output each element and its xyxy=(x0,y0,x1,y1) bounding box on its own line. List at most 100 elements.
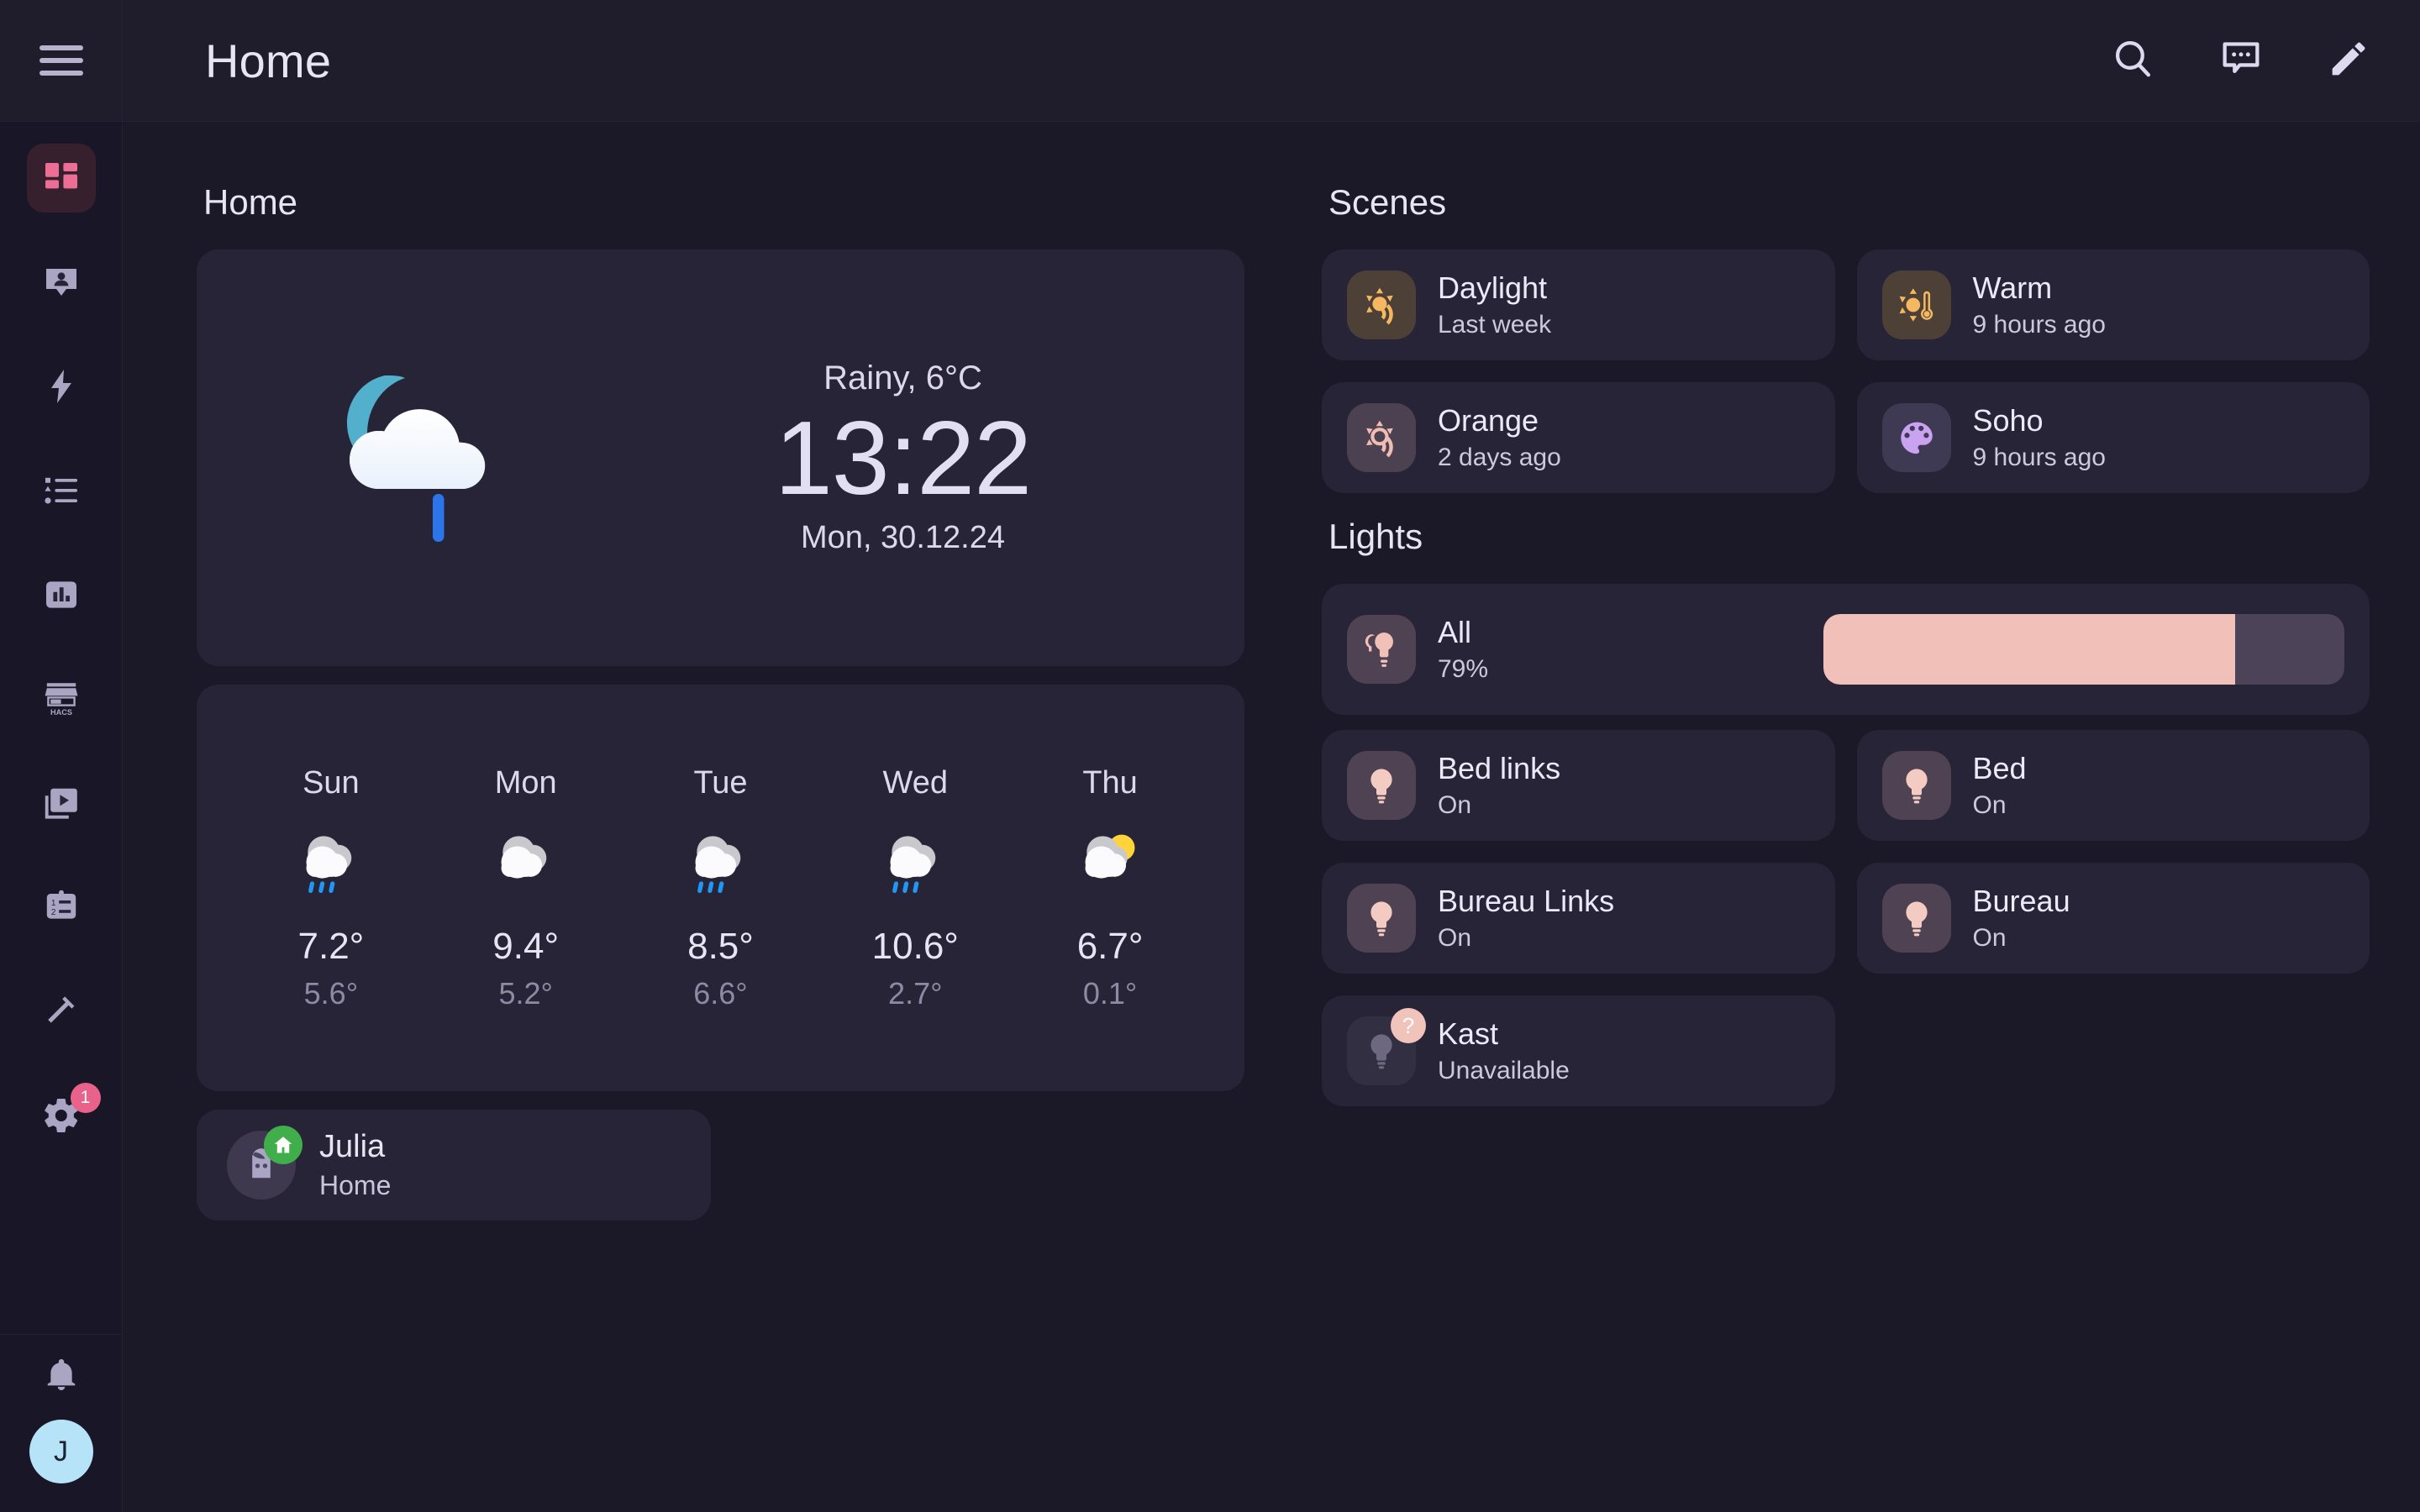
person-card[interactable]: Julia Home xyxy=(197,1110,711,1221)
bell-icon[interactable] xyxy=(42,1355,81,1398)
rainy-icon xyxy=(676,822,764,912)
light-tile-kast[interactable]: ? Kast Unavailable xyxy=(1322,995,1835,1106)
forecast-high: 6.7° xyxy=(1076,925,1144,967)
lightning-bolt-icon xyxy=(41,366,82,407)
section-title-scenes: Scenes xyxy=(1328,182,1447,222)
hacs-storefront-icon: HACS xyxy=(41,679,82,719)
sidebar-item-media[interactable] xyxy=(27,769,96,837)
page-title: Home xyxy=(205,34,332,87)
forecast-low: 5.6° xyxy=(303,975,359,1011)
chat-bubble-icon xyxy=(2218,36,2264,86)
sidebar-item-hacs[interactable]: HACS xyxy=(27,664,96,733)
forecast-day: Tue 8.5° 6.6° xyxy=(636,765,804,1011)
avatar[interactable]: J xyxy=(29,1420,93,1483)
weather-readout: Rainy, 6°C 13:22 Mon, 30.12.24 xyxy=(625,360,1211,557)
forecast-day-name: Thu xyxy=(1082,764,1138,801)
pencil-icon xyxy=(2326,36,2371,86)
light-name: Bureau Links xyxy=(1438,884,1615,919)
scene-name: Soho xyxy=(1972,403,2044,438)
sun-wireless-icon xyxy=(1347,403,1416,472)
person-state: Home xyxy=(319,1170,392,1200)
chart-bar-icon xyxy=(41,575,82,615)
scene-tile-orange[interactable]: Orange 2 days ago xyxy=(1322,382,1835,493)
account-badge-icon xyxy=(41,262,82,302)
lightbulb-group-icon xyxy=(1347,615,1416,684)
light-name: Bed xyxy=(1972,751,2027,786)
rainy-icon xyxy=(871,822,959,912)
person-name: Julia xyxy=(319,1129,386,1164)
forecast-card[interactable]: Sun 7.2° 5.6° Mon 9.4° 5.2° Tue 8.5° 6.6… xyxy=(197,685,1244,1091)
right-column: Scenes Daylight Last week Warm 9 hours a… xyxy=(1322,159,2370,1221)
lightbulb-icon xyxy=(1881,884,1951,953)
forecast-day-name: Wed xyxy=(882,764,948,801)
lightbulb-icon xyxy=(1347,884,1416,953)
forecast-low: 0.1° xyxy=(1082,975,1138,1011)
content-area: Home Home Rainy, 6°C 13:22 Mon, 30.12.24… xyxy=(123,0,2420,1512)
weather-clock: 13:22 xyxy=(774,400,1032,517)
top-app-bar: Home xyxy=(123,0,2420,122)
scene-tile-warm[interactable]: Warm 9 hours ago xyxy=(1856,249,2370,360)
scene-texts: Orange 2 days ago xyxy=(1438,403,1561,471)
light-name: Kast xyxy=(1438,1016,1499,1052)
settings-badge: 1 xyxy=(70,1083,101,1113)
sidebar-item-settings[interactable]: 1 xyxy=(27,1081,101,1150)
weather-date: Mon, 30.12.24 xyxy=(801,520,1005,556)
brightness-slider[interactable] xyxy=(1823,614,2344,685)
clipboard-list-icon: 1 2 xyxy=(41,887,82,927)
sidebar-item-overview[interactable] xyxy=(26,144,96,213)
scene-name: Orange xyxy=(1438,403,1539,438)
app-root: HACS 1 2 1 J Home Home Rainy, 6°C 13:22 … xyxy=(0,0,2420,1512)
light-name: Bureau xyxy=(1972,884,2070,919)
sun-thermometer-icon xyxy=(1881,270,1951,339)
search-icon xyxy=(2111,36,2156,86)
assist-button[interactable] xyxy=(2215,34,2267,87)
scene-name: Warm xyxy=(1972,270,2053,306)
left-column: Home Rainy, 6°C 13:22 Mon, 30.12.24 Sun … xyxy=(197,159,1244,1221)
weather-card[interactable]: Rainy, 6°C 13:22 Mon, 30.12.24 xyxy=(197,249,1244,666)
lightbulb-icon xyxy=(1881,751,1951,820)
sidebar-item-map[interactable] xyxy=(27,248,96,317)
sidebar: HACS 1 2 1 J xyxy=(0,0,123,1512)
svg-text:1: 1 xyxy=(50,899,55,908)
media-play-icon xyxy=(41,783,82,823)
palette-icon xyxy=(1881,403,1951,472)
lightbulb-icon xyxy=(1347,751,1416,820)
forecast-high: 7.2° xyxy=(297,925,365,967)
light-name: Bed links xyxy=(1438,751,1561,786)
light-texts: Bureau On xyxy=(1973,884,2070,952)
hamburger-menu-icon[interactable] xyxy=(39,45,83,76)
sidebar-item-developer-tools[interactable] xyxy=(27,977,96,1046)
light-tile-bureau[interactable]: Bureau On xyxy=(1856,863,2370,974)
light-state: 79% xyxy=(1438,654,1489,683)
section-title-home: Home xyxy=(203,182,298,222)
person-texts: Julia Home xyxy=(319,1129,391,1201)
light-state: On xyxy=(1438,790,1472,819)
scene-tile-daylight[interactable]: Daylight Last week xyxy=(1322,249,1835,360)
light-tile-bureau-links[interactable]: Bureau Links On xyxy=(1322,863,1835,974)
edit-dashboard-button[interactable] xyxy=(2323,34,2375,87)
sidebar-nav: HACS 1 2 1 xyxy=(0,122,122,1334)
scenes-grid: Daylight Last week Warm 9 hours ago Oran… xyxy=(1322,249,2370,493)
section-title-lights: Lights xyxy=(1328,517,1423,556)
scene-tile-soho[interactable]: Soho 9 hours ago xyxy=(1856,382,2370,493)
forecast-high: 10.6° xyxy=(871,925,959,967)
rainy-icon xyxy=(287,822,375,912)
dashboard-main: Home Rainy, 6°C 13:22 Mon, 30.12.24 Sun … xyxy=(123,122,2420,1512)
light-tile-bed-links[interactable]: Bed links On xyxy=(1322,730,1835,841)
sidebar-item-energy[interactable] xyxy=(27,352,96,421)
sidebar-item-history[interactable] xyxy=(27,560,96,629)
search-button[interactable] xyxy=(2107,34,2160,87)
sidebar-item-logbook[interactable] xyxy=(27,456,96,525)
hammer-icon xyxy=(41,991,82,1032)
forecast-day: Sun 7.2° 5.6° xyxy=(247,765,415,1011)
light-tile-all[interactable]: All 79% xyxy=(1322,584,2370,715)
forecast-day-name: Tue xyxy=(693,764,748,801)
header-actions xyxy=(2107,34,2375,87)
light-texts: Bureau Links On xyxy=(1438,884,1614,952)
forecast-low: 6.6° xyxy=(693,975,748,1011)
lights-grid: Bed links On Bed On Bureau Links On Bure… xyxy=(1322,730,2370,1106)
light-tile-bed[interactable]: Bed On xyxy=(1856,730,2370,841)
cloudy-icon xyxy=(482,822,570,912)
sidebar-item-todo[interactable]: 1 2 xyxy=(27,873,96,942)
